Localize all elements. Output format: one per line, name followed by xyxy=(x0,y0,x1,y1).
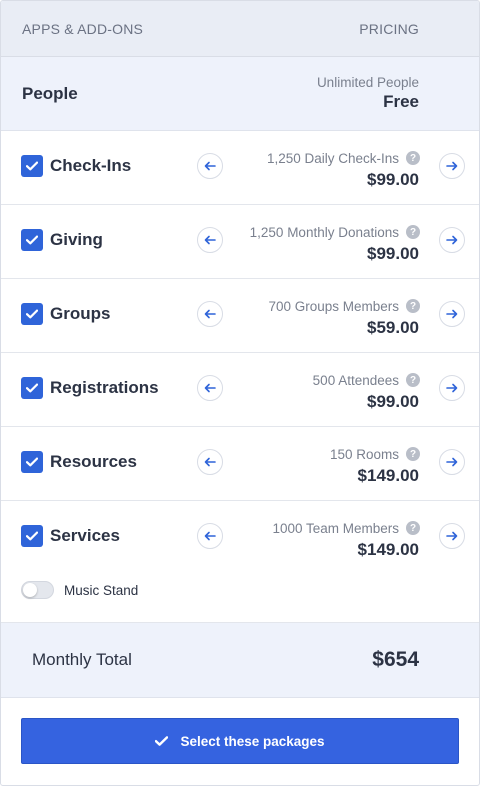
arrow-right-icon xyxy=(446,457,458,467)
product-row-registrations: Registrations 500 Attendees ? $99.00 xyxy=(1,353,479,427)
checkmark-icon xyxy=(26,531,38,541)
resources-increase-button[interactable] xyxy=(439,449,465,475)
music-stand-toggle[interactable] xyxy=(21,581,54,599)
registrations-price: $99.00 xyxy=(367,392,419,411)
check-ins-decrease-button[interactable] xyxy=(197,153,223,179)
giving-label: Giving xyxy=(50,230,103,249)
checkmark-icon xyxy=(155,736,169,746)
groups-checkbox[interactable] xyxy=(21,303,43,325)
check-ins-increase-button[interactable] xyxy=(439,153,465,179)
footer: Select these packages xyxy=(1,698,479,784)
help-icon[interactable]: ? xyxy=(406,151,420,165)
arrow-left-icon xyxy=(204,531,216,541)
select-packages-label: Select these packages xyxy=(180,733,325,749)
help-icon[interactable]: ? xyxy=(406,373,420,387)
arrow-left-icon xyxy=(204,161,216,171)
arrow-right-icon xyxy=(446,235,458,245)
help-icon[interactable]: ? xyxy=(406,299,420,313)
groups-label: Groups xyxy=(50,304,111,323)
giving-quantity: 1,250 Monthly Donations xyxy=(249,225,399,240)
arrow-right-icon xyxy=(446,309,458,319)
checkmark-icon xyxy=(26,457,38,467)
help-icon[interactable]: ? xyxy=(406,225,420,239)
table-header: APPS & ADD-ONS PRICING xyxy=(1,1,479,57)
music-stand-addon: Music Stand xyxy=(21,581,138,599)
people-row: People Unlimited People Free xyxy=(1,57,479,131)
select-packages-button[interactable]: Select these packages xyxy=(21,718,459,764)
check-ins-checkbox[interactable] xyxy=(21,155,43,177)
groups-increase-button[interactable] xyxy=(439,301,465,327)
check-ins-label: Check-Ins xyxy=(50,156,132,175)
help-icon[interactable]: ? xyxy=(406,447,420,461)
arrow-right-icon xyxy=(446,383,458,393)
people-label: People xyxy=(22,83,78,103)
arrow-left-icon xyxy=(204,309,216,319)
resources-checkbox[interactable] xyxy=(21,451,43,473)
services-decrease-button[interactable] xyxy=(197,523,223,549)
checkmark-icon xyxy=(26,309,38,319)
resources-decrease-button[interactable] xyxy=(197,449,223,475)
registrations-checkbox[interactable] xyxy=(21,377,43,399)
music-stand-label: Music Stand xyxy=(64,582,139,598)
arrow-left-icon xyxy=(204,383,216,393)
arrow-right-icon xyxy=(446,531,458,541)
people-pricing: Unlimited People Free xyxy=(317,75,419,112)
product-row-services: Services 1000 Team Members ? $149.00 Mus… xyxy=(1,501,479,623)
product-row-giving: Giving 1,250 Monthly Donations ? $99.00 xyxy=(1,205,479,279)
people-price: Free xyxy=(383,92,419,111)
people-quantity: Unlimited People xyxy=(316,75,419,90)
registrations-decrease-button[interactable] xyxy=(197,375,223,401)
checkmark-icon xyxy=(26,161,38,171)
giving-checkbox[interactable] xyxy=(21,229,43,251)
giving-decrease-button[interactable] xyxy=(197,227,223,253)
arrow-right-icon xyxy=(446,161,458,171)
registrations-increase-button[interactable] xyxy=(439,375,465,401)
services-checkbox[interactable] xyxy=(21,525,43,547)
arrow-left-icon xyxy=(204,235,216,245)
monthly-total-row: Monthly Total $654 xyxy=(1,623,479,698)
groups-price: $59.00 xyxy=(367,318,419,337)
check-ins-quantity: 1,250 Daily Check-Ins xyxy=(266,151,399,166)
services-label: Services xyxy=(50,526,120,545)
services-increase-button[interactable] xyxy=(439,523,465,549)
check-ins-price: $99.00 xyxy=(367,170,419,189)
monthly-total-value: $654 xyxy=(372,648,419,671)
pricing-heading: PRICING xyxy=(359,20,419,37)
arrow-left-icon xyxy=(204,457,216,467)
checkmark-icon xyxy=(26,235,38,245)
product-row-groups: Groups 700 Groups Members ? $59.00 xyxy=(1,279,479,353)
toggle-knob xyxy=(23,583,37,597)
resources-label: Resources xyxy=(50,452,137,471)
groups-quantity: 700 Groups Members xyxy=(268,299,399,314)
groups-decrease-button[interactable] xyxy=(197,301,223,327)
help-icon[interactable]: ? xyxy=(406,521,420,535)
apps-addons-heading: APPS & ADD-ONS xyxy=(22,20,144,37)
product-row-check-ins: Check-Ins 1,250 Daily Check-Ins ? $99.00 xyxy=(1,131,479,205)
monthly-total-label: Monthly Total xyxy=(32,650,132,669)
resources-price: $149.00 xyxy=(357,466,419,485)
pricing-panel: APPS & ADD-ONS PRICING People Unlimited … xyxy=(0,0,480,786)
resources-quantity: 150 Rooms xyxy=(329,447,399,462)
giving-price: $99.00 xyxy=(367,244,419,263)
product-row-resources: Resources 150 Rooms ? $149.00 xyxy=(1,427,479,501)
giving-increase-button[interactable] xyxy=(439,227,465,253)
registrations-quantity: 500 Attendees xyxy=(312,373,399,388)
services-quantity: 1000 Team Members xyxy=(272,521,399,536)
services-price: $149.00 xyxy=(357,540,419,559)
registrations-label: Registrations xyxy=(50,378,159,397)
checkmark-icon xyxy=(26,383,38,393)
